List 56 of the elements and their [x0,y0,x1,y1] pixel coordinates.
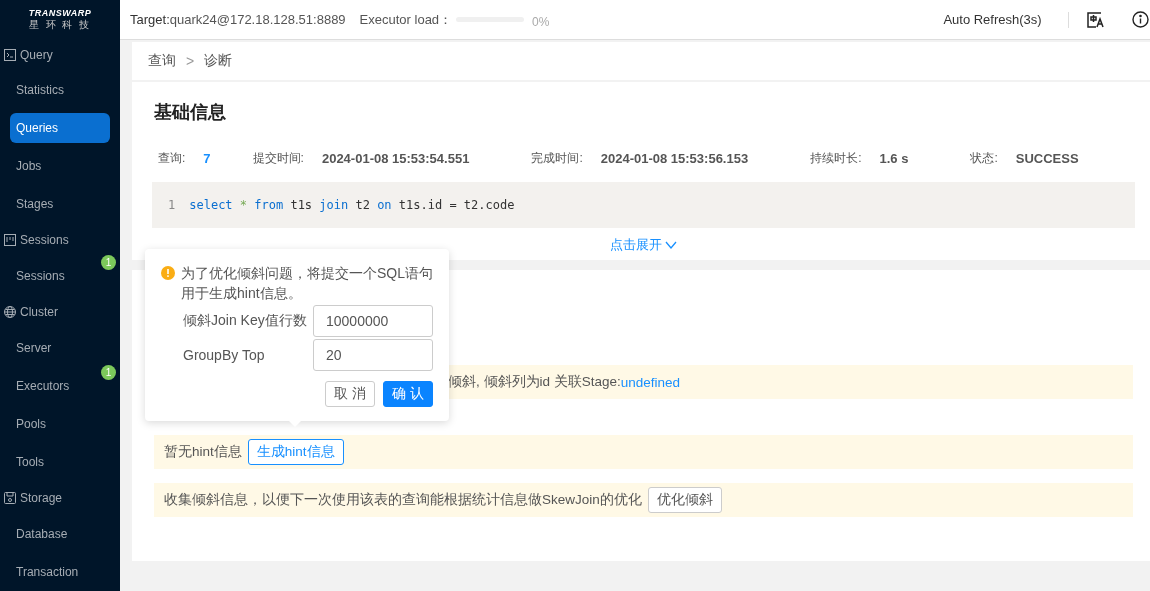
load-reading: 0% [532,14,550,29]
number-input[interactable]: 10000000 [313,305,433,337]
load-label: Executor load： [359,10,453,29]
field-label: GroupBy Top [183,347,266,363]
breadcrumb-item[interactable]: 查询 [148,52,176,70]
breadcrumb-separator: > [186,53,195,69]
menu-item[interactable]: Jobs [10,151,110,182]
target-value: quark24@172.18.128.51:8889 [169,12,346,27]
number-input[interactable]: 20 [313,339,433,371]
field-label: 提交时间: [252,149,304,167]
menu-group-label: Storage [20,491,63,506]
menu-item[interactable]: Server [10,333,110,364]
cancel-button[interactable]: 取 消 [325,381,376,407]
warning-icon [161,266,175,280]
menu-item[interactable]: Pools [10,409,110,440]
hint-status-text: 暂无hint信息 [164,443,242,461]
count-badge: 1 [101,365,116,381]
section-title: 基础信息 [154,101,227,124]
globe-icon [4,306,16,319]
logo-subtitle: 星 环 科 技 [28,18,92,30]
field-label: 倾斜Join Key值行数 [183,312,308,330]
save-icon [4,492,16,505]
auto-refresh-toggle[interactable]: Auto Refresh(3s) [943,12,1042,27]
menu-item[interactable]: Tools [10,447,110,478]
menu-group-label: Query [20,47,53,62]
menu-item[interactable]: Database [10,519,110,549]
sql-code: select * from t1s join t2 on t1s.id = t2.code [189,198,515,212]
popover-message: 为了优化倾斜问题，将提交一个SQL语句用于生成hint信息。 [181,264,433,303]
breadcrumb-item: 诊断 [204,52,233,70]
field-value: 2024-01-08 15:53:56.153 [600,150,749,166]
info-icon[interactable] [1131,11,1149,28]
board-icon [4,234,16,247]
field-label: 完成时间: [531,149,583,167]
chevron-down-icon [664,241,677,249]
confirm-button[interactable]: 确 认 [383,381,433,407]
field-label: 状态: [970,149,998,167]
menu-item[interactable]: Queries [10,113,110,144]
translate-icon[interactable] [1086,11,1104,28]
optimize-skew-button[interactable]: 优化倾斜 [647,487,722,513]
menu-item[interactable]: Stages [10,189,110,220]
menu-item[interactable]: Statistics [10,75,110,106]
count-badge: 1 [101,255,116,271]
target-label: Target: [130,12,170,27]
field-value: SUCCESS [1015,150,1079,166]
field-value: 1.6 s [879,150,909,166]
menu-group-label: Cluster [20,305,58,320]
logo-text: TRANSWARP [28,7,92,19]
field-label: 查询: [158,149,186,167]
field-value: 2024-01-08 15:53:54.551 [321,150,470,166]
menu-item[interactable]: Transaction [10,557,110,587]
terminal-icon [4,48,16,61]
menu-group-label: Sessions [20,233,69,248]
line-number: 1 [168,198,176,212]
skew-info-text: 倾斜, 倾斜列为id 关联Stage: [448,373,621,391]
collect-skew-text: 收集倾斜信息，以便下一次使用该表的查询能根据统计信息做SkewJoin的优化 [164,491,642,509]
field-label: 持续时长: [810,149,862,167]
